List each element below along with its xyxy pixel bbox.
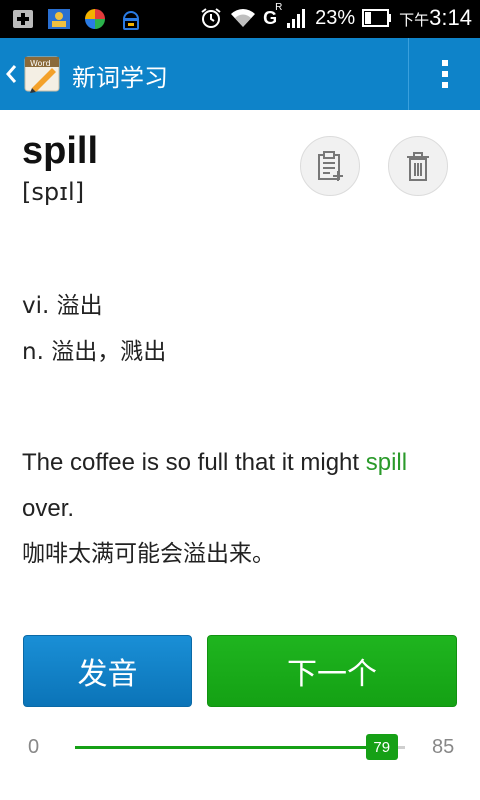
- progress-thumb[interactable]: 79: [365, 734, 398, 760]
- example-text-after: over.: [22, 495, 75, 522]
- example-highlight: spill: [365, 449, 408, 476]
- overflow-menu-button[interactable]: [409, 38, 480, 110]
- contacts-icon: [48, 9, 70, 29]
- network-type: G R: [263, 2, 282, 30]
- system-indicators: G R 23% 下午3:14: [199, 2, 472, 31]
- app-logo-icon: Word: [24, 56, 60, 93]
- pronounce-label: 发音: [77, 657, 138, 692]
- time: 3:14: [429, 5, 472, 30]
- word-title: spill: [22, 130, 99, 172]
- overflow-menu-icon: [441, 60, 448, 88]
- meaning-line: n. 溢出，溅出: [22, 339, 167, 365]
- time-prefix: 下午: [399, 11, 430, 29]
- example-sentence: The coffee is so full that it might spil…: [22, 440, 462, 532]
- app-bar: Word 新词学习: [0, 38, 480, 110]
- next-label: 下一个: [287, 657, 377, 692]
- back-arrow-icon: [6, 65, 17, 83]
- android-icon: [122, 11, 140, 30]
- next-word-button[interactable]: 下一个: [207, 635, 457, 707]
- battery-percent: 23%: [315, 6, 356, 29]
- up-navigation[interactable]: Word 新词学习: [0, 38, 200, 110]
- wifi-icon: [231, 9, 256, 27]
- example-translation: 咖啡太满可能会溢出来。: [22, 541, 275, 567]
- progress-max-label: 85: [432, 736, 455, 758]
- add-note-icon: [318, 151, 343, 181]
- add-note-button[interactable]: [300, 136, 360, 196]
- status-bar: G R 23% 下午3:14: [0, 0, 480, 38]
- svg-text:Word: Word: [30, 59, 51, 68]
- clock: 下午3:14: [399, 5, 472, 31]
- page-title: 新词学习: [72, 64, 168, 92]
- alarm-icon: [201, 8, 221, 28]
- progress-fill: [75, 746, 382, 749]
- trash-icon: [407, 152, 429, 181]
- meaning-line: vi. 溢出: [22, 293, 103, 319]
- battery-icon: [362, 9, 392, 27]
- example-text-before: The coffee is so full that it might: [22, 449, 366, 476]
- add-box-icon: [13, 10, 33, 28]
- word-phonetic: [spɪl]: [22, 178, 85, 206]
- roaming-label: R: [275, 2, 283, 13]
- pronounce-button[interactable]: 发音: [23, 635, 192, 707]
- signal-icon: [287, 9, 306, 28]
- progress-min-label: 0: [28, 736, 40, 758]
- delete-word-button[interactable]: [388, 136, 448, 196]
- pinwheel-icon: [85, 9, 105, 29]
- progress-slider[interactable]: 79: [75, 734, 405, 760]
- notification-icons: [10, 7, 144, 31]
- progress-current-label: 79: [373, 738, 391, 756]
